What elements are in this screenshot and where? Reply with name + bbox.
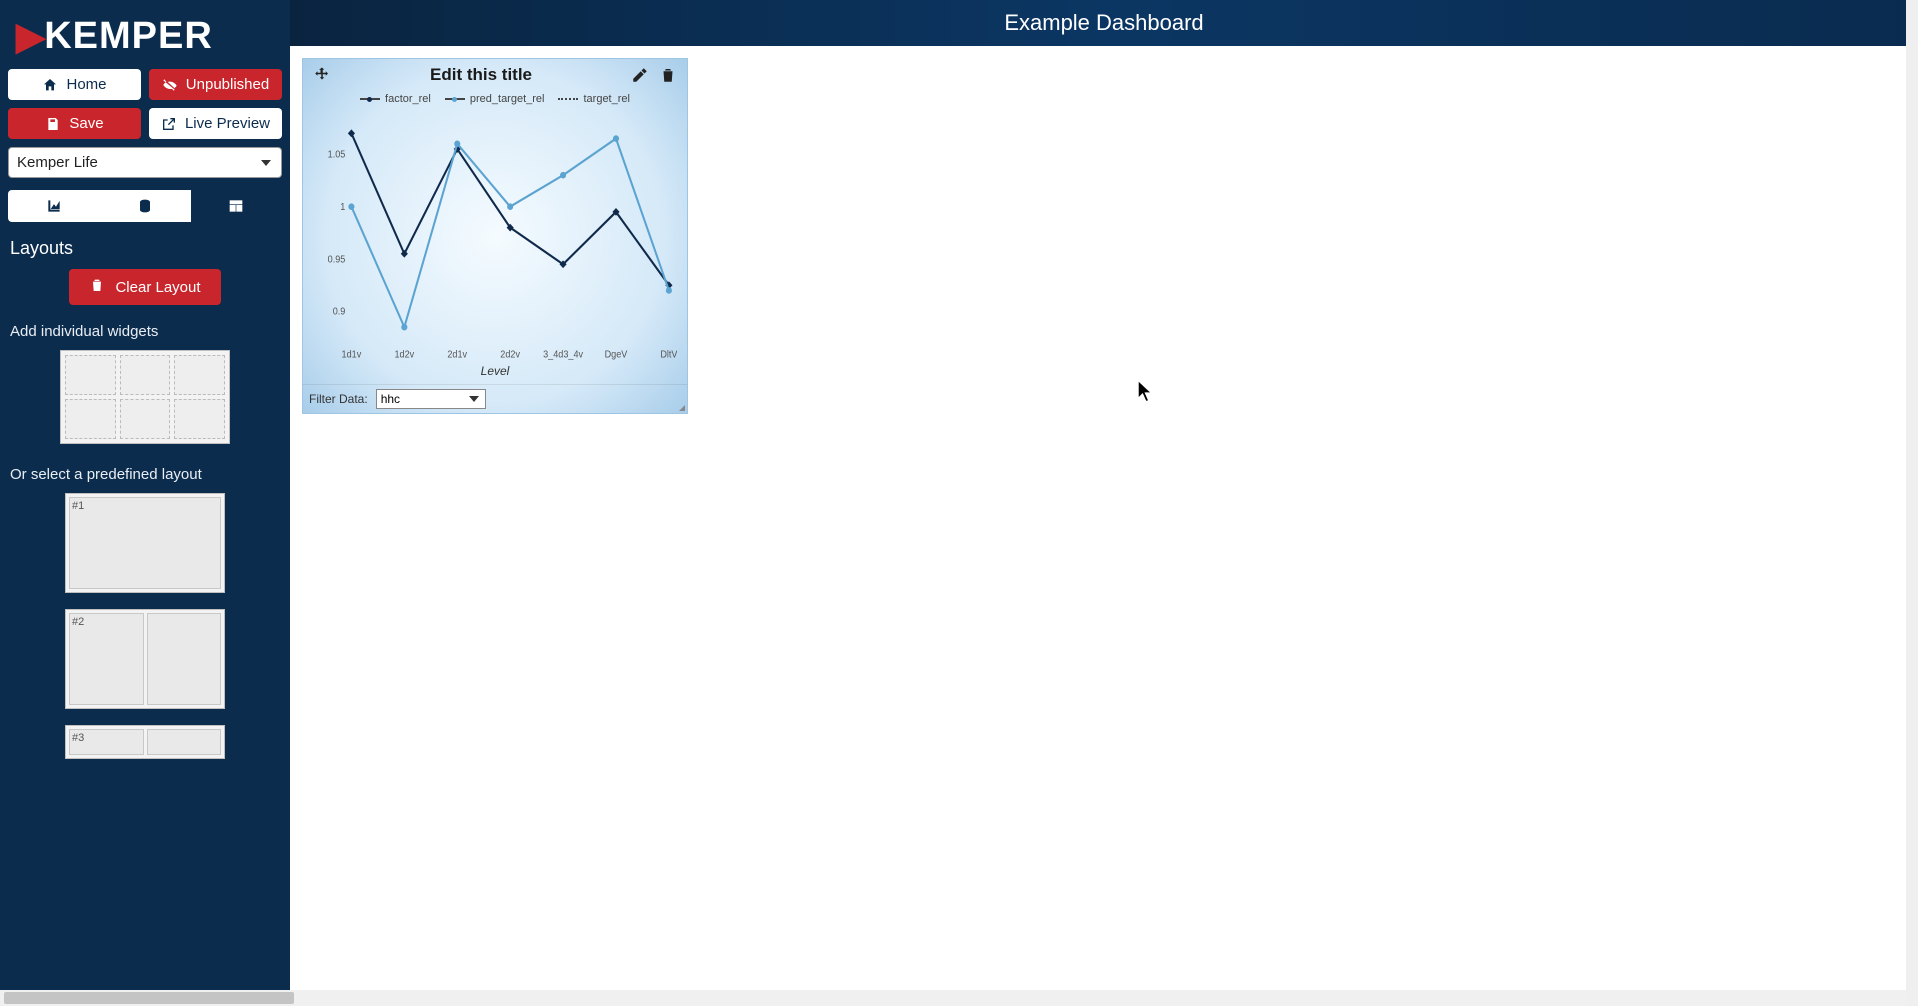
- widget-cell[interactable]: [174, 399, 225, 439]
- layout-preset-2[interactable]: #2: [65, 609, 225, 709]
- svg-text:DgeV: DgeV: [605, 349, 628, 360]
- dashboard-canvas[interactable]: Edit this title factor_rel pred_target_r…: [290, 46, 1918, 1006]
- open-external-icon: [161, 116, 177, 132]
- live-preview-label: Live Preview: [185, 115, 270, 132]
- clear-layout-label: Clear Layout: [115, 279, 200, 296]
- mouse-cursor: [1137, 380, 1155, 404]
- layout-preset-label: #1: [72, 500, 84, 512]
- dashboard-title: Example Dashboard: [1004, 10, 1203, 36]
- widget-cell[interactable]: [120, 355, 171, 395]
- layout-preset-3[interactable]: #3: [65, 725, 225, 759]
- filter-label: Filter Data:: [309, 392, 368, 406]
- chart-title[interactable]: Edit this title: [331, 65, 631, 85]
- main-area: Example Dashboard Edit this title: [290, 0, 1918, 1006]
- svg-text:1d2v: 1d2v: [394, 349, 414, 360]
- layouts-heading: Layouts: [8, 234, 282, 269]
- svg-text:DltV: DltV: [660, 349, 677, 360]
- svg-text:1.05: 1.05: [328, 149, 346, 160]
- home-icon: [42, 77, 58, 93]
- visibility-off-icon: [162, 77, 178, 93]
- svg-text:1d1v: 1d1v: [342, 349, 362, 360]
- chart-legend: factor_rel pred_target_rel target_rel: [303, 87, 687, 109]
- tab-chart-icon[interactable]: [8, 190, 99, 222]
- svg-text:2d1v: 2d1v: [447, 349, 467, 360]
- widget-cell[interactable]: [174, 355, 225, 395]
- unpublished-button[interactable]: Unpublished: [149, 69, 282, 100]
- move-icon[interactable]: [313, 66, 331, 84]
- clear-layout-button[interactable]: Clear Layout: [69, 269, 220, 305]
- tab-layout-icon[interactable]: [191, 190, 282, 222]
- home-label: Home: [66, 76, 106, 93]
- tab-data-icon[interactable]: [99, 190, 190, 222]
- chart-xlabel: Level: [303, 364, 687, 384]
- layout-preset-label: #3: [72, 732, 84, 744]
- logo-accent: ▶: [16, 14, 46, 59]
- edit-icon[interactable]: [631, 66, 649, 84]
- save-label: Save: [69, 115, 103, 132]
- sidebar-tabs: [8, 190, 282, 222]
- legend-item: pred_target_rel: [470, 93, 545, 105]
- save-button[interactable]: Save: [8, 108, 141, 139]
- live-preview-button[interactable]: Live Preview: [149, 108, 282, 139]
- project-select[interactable]: Kemper Life: [8, 147, 282, 178]
- widget-cell[interactable]: [65, 399, 116, 439]
- legend-item: factor_rel: [385, 93, 431, 105]
- svg-text:0.9: 0.9: [333, 306, 346, 317]
- layout-preset-label: #2: [72, 616, 84, 628]
- widget-cell[interactable]: [120, 399, 171, 439]
- dashboard-header: Example Dashboard: [290, 0, 1918, 46]
- chart-plot: 0.9 0.95 1 1.05 1d1v 1d2v 2d1v 2d2v 3_4d3_4v DgeV…: [313, 111, 677, 364]
- horizontal-scrollbar[interactable]: [0, 990, 1906, 1006]
- save-icon: [45, 116, 61, 132]
- widget-cell[interactable]: [65, 355, 116, 395]
- svg-text:1: 1: [340, 202, 345, 213]
- predefined-label: Or select a predefined layout: [8, 462, 282, 493]
- svg-text:0.95: 0.95: [328, 254, 346, 265]
- filter-select[interactable]: hhc: [376, 389, 486, 409]
- add-widgets-label: Add individual widgets: [8, 319, 282, 350]
- home-button[interactable]: Home: [8, 69, 141, 100]
- svg-text:3_4d3_4v: 3_4d3_4v: [543, 349, 583, 360]
- layout-preset-1[interactable]: #1: [65, 493, 225, 593]
- chart-widget[interactable]: Edit this title factor_rel pred_target_r…: [302, 58, 688, 414]
- trash-icon: [89, 277, 105, 297]
- sidebar: ▶ KEMPER Home Unpublished: [0, 0, 290, 1006]
- legend-item: target_rel: [583, 93, 629, 105]
- delete-icon[interactable]: [659, 66, 677, 84]
- unpublished-label: Unpublished: [186, 76, 269, 93]
- brand-logo: ▶ KEMPER: [8, 8, 282, 69]
- resize-handle[interactable]: [675, 401, 685, 411]
- vertical-scrollbar[interactable]: [1906, 0, 1918, 1006]
- svg-text:2d2v: 2d2v: [500, 349, 520, 360]
- brand-name: KEMPER: [44, 15, 213, 58]
- add-widget-grid[interactable]: [60, 350, 230, 444]
